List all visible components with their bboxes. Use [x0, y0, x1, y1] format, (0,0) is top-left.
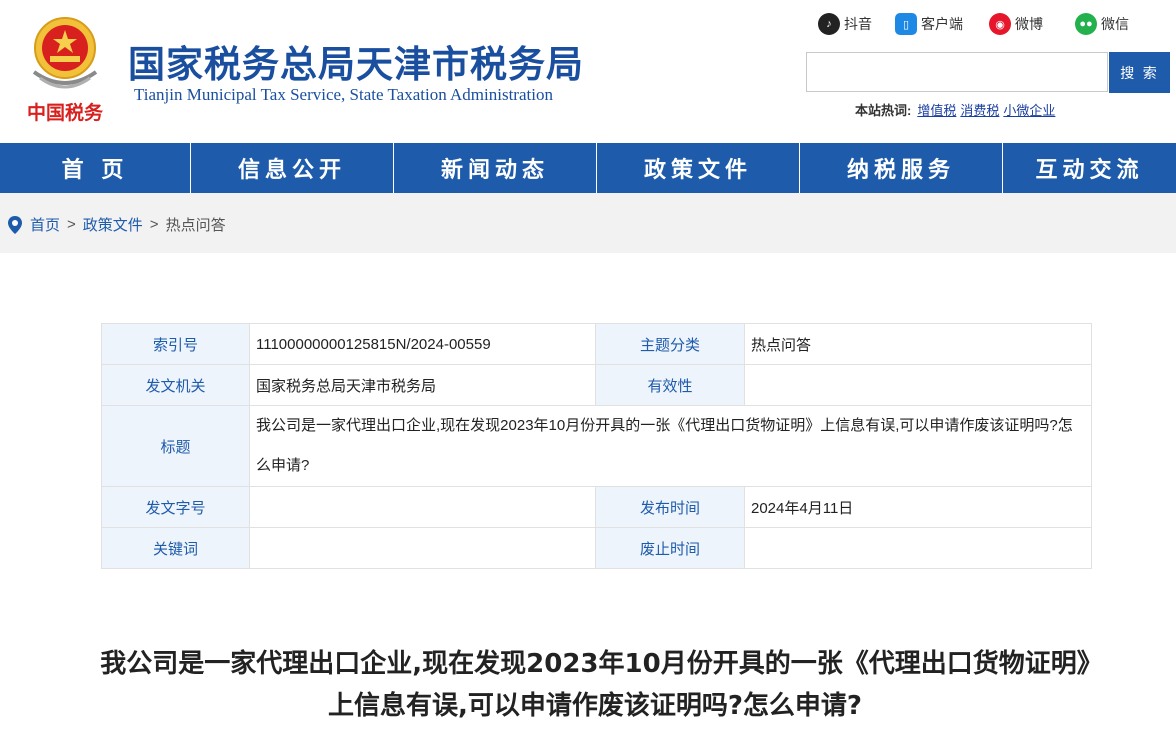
wechat-label: 微信 [1101, 16, 1129, 32]
site-header: 中国税务 国家税务总局天津市税务局 Tianjin Municipal Tax … [0, 0, 1176, 143]
keywords-value [249, 527, 596, 569]
docno-label: 发文字号 [101, 486, 250, 528]
index-label: 索引号 [101, 323, 250, 365]
category-label: 主题分类 [595, 323, 745, 365]
tax-emblem-logo[interactable]: 中国税务 [22, 12, 108, 127]
keywords-label: 关键词 [101, 527, 250, 569]
table-row: 索引号 11100000000125815N/2024-00559 主题分类 热… [101, 323, 1092, 365]
nav-policy-docs[interactable]: 政策文件 [597, 143, 800, 193]
category-value: 热点问答 [744, 323, 1092, 365]
nav-news[interactable]: 新闻动态 [394, 143, 597, 193]
validity-label: 有效性 [595, 364, 745, 406]
table-row: 标题 我公司是一家代理出口企业,现在发现2023年10月份开具的一张《代理出口货… [101, 405, 1092, 487]
mobile-app-icon: ▯ [895, 13, 917, 35]
breadcrumb-policy-docs[interactable]: 政策文件 [83, 214, 143, 235]
table-row: 发文字号 发布时间 2024年4月11日 [101, 486, 1092, 528]
breadcrumb-separator: > [149, 216, 159, 233]
table-row: 发文机关 国家税务总局天津市税务局 有效性 [101, 364, 1092, 406]
weibo-icon: ◉ [989, 13, 1011, 35]
breadcrumb-separator: > [67, 216, 76, 233]
docno-value [249, 486, 596, 528]
search-button[interactable]: 搜 索 [1109, 52, 1170, 93]
pubdate-label: 发布时间 [595, 486, 745, 528]
emblem-text: 中国税务 [27, 101, 104, 124]
index-value: 11100000000125815N/2024-00559 [249, 323, 596, 365]
pubdate-value: 2024年4月11日 [744, 486, 1092, 528]
wechat-link[interactable]: ●● 微信 [1075, 12, 1129, 36]
wechat-icon: ●● [1075, 13, 1097, 35]
nav-info-disclosure[interactable]: 信息公开 [191, 143, 394, 193]
document-info-table: 索引号 11100000000125815N/2024-00559 主题分类 热… [101, 323, 1092, 569]
douyin-label: 抖音 [844, 16, 872, 32]
hot-words: 本站热词: 增值税 消费税 小微企业 [855, 100, 1059, 119]
title-value: 我公司是一家代理出口企业,现在发现2023年10月份开具的一张《代理出口货物证明… [249, 405, 1092, 487]
breadcrumb-current: 热点问答 [165, 217, 226, 234]
breadcrumb-home[interactable]: 首页 [30, 214, 60, 235]
douyin-icon: ♪ [818, 13, 840, 35]
hot-word-vat[interactable]: 增值税 [917, 103, 956, 118]
issuer-label: 发文机关 [101, 364, 250, 406]
mobile-app-link[interactable]: ▯ 客户端 [895, 12, 963, 36]
main-nav: 首 页 信息公开 新闻动态 政策文件 纳税服务 互动交流 [0, 143, 1176, 193]
mobile-app-label: 客户端 [921, 16, 963, 32]
table-row: 关键词 废止时间 [101, 527, 1092, 569]
breadcrumb: 首页 > 政策文件 > 热点问答 [8, 214, 226, 235]
site-name-cn: 国家税务总局天津市税务局 [128, 43, 584, 86]
weibo-link[interactable]: ◉ 微博 [989, 12, 1043, 36]
breadcrumb-bar: 首页 > 政策文件 > 热点问答 [0, 193, 1176, 253]
hot-words-label: 本站热词: [855, 103, 912, 118]
nav-interaction[interactable]: 互动交流 [1003, 143, 1176, 193]
validity-value [744, 364, 1092, 406]
weibo-label: 微博 [1015, 16, 1043, 32]
expire-value [744, 527, 1092, 569]
hot-word-consumption-tax[interactable]: 消费税 [960, 103, 999, 118]
nav-tax-service[interactable]: 纳税服务 [800, 143, 1003, 193]
location-pin-icon [8, 215, 22, 234]
site-name-en: Tianjin Municipal Tax Service, State Tax… [134, 85, 553, 104]
hot-word-small-business[interactable]: 小微企业 [1003, 103, 1055, 118]
nav-home[interactable]: 首 页 [0, 143, 191, 193]
article-title: 我公司是一家代理出口企业,现在发现2023年10月份开具的一张《代理出口货物证明… [100, 649, 1090, 721]
title-label: 标题 [101, 405, 250, 487]
search-input[interactable] [806, 52, 1108, 92]
issuer-value: 国家税务总局天津市税务局 [249, 364, 596, 406]
expire-label: 废止时间 [595, 527, 745, 569]
douyin-link[interactable]: ♪ 抖音 [818, 12, 872, 36]
